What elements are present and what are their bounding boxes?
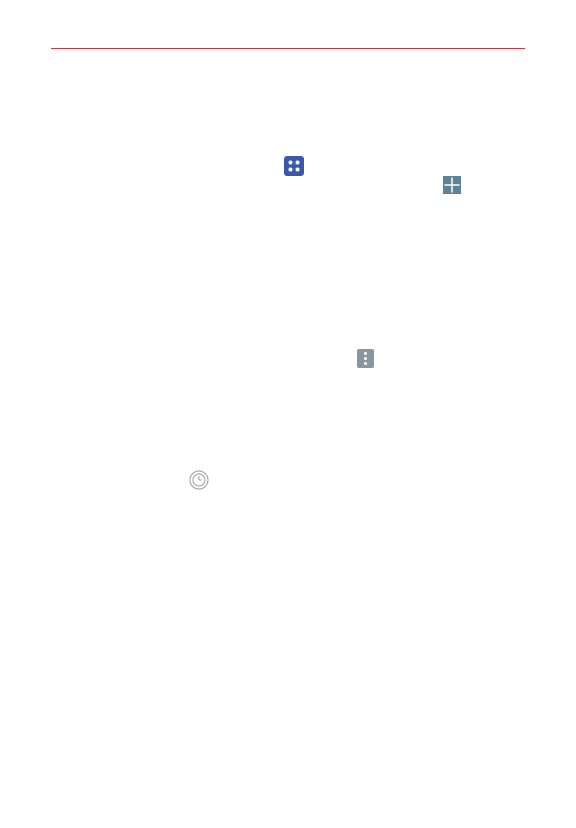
- document-page: [0, 0, 576, 828]
- header-rule: [51, 48, 525, 49]
- menu-more-icon: [357, 349, 374, 368]
- apps-grid-icon: [284, 156, 304, 176]
- clock-icon-graphic: [189, 470, 209, 490]
- clock-icon: [189, 470, 209, 490]
- add-plus-icon-graphic: [443, 176, 461, 194]
- menu-more-icon-graphic: [357, 349, 374, 368]
- add-plus-icon: [443, 176, 461, 194]
- apps-grid-icon-graphic: [284, 156, 304, 176]
